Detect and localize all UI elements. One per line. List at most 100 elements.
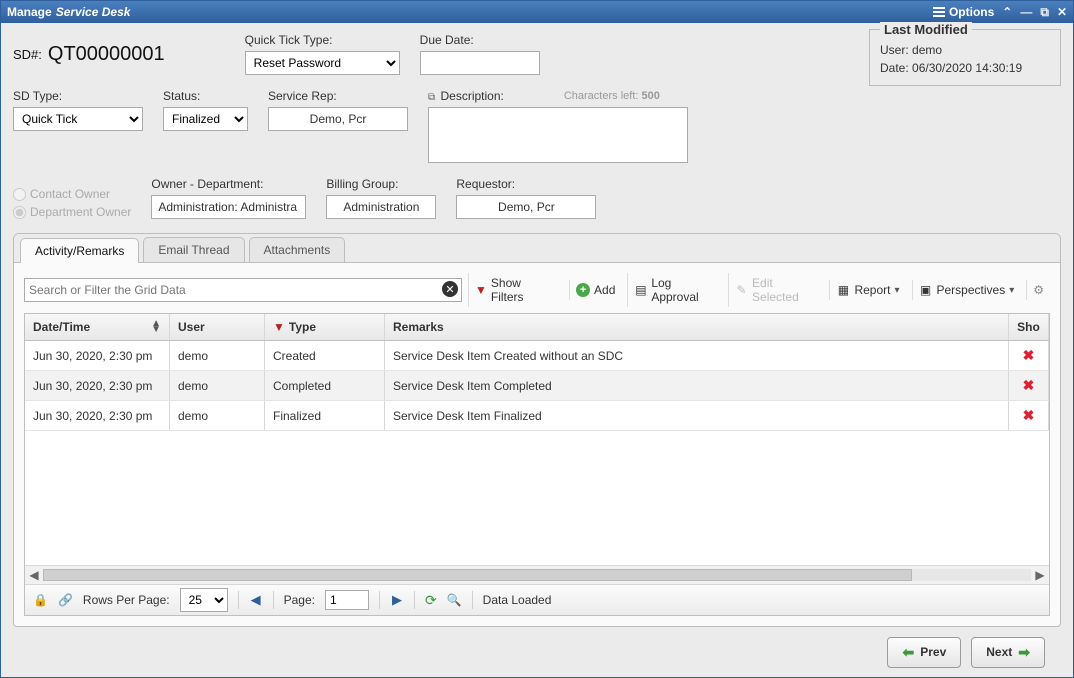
arrow-right-icon: ➡ xyxy=(1018,644,1030,661)
due-date-label: Due Date: xyxy=(420,33,540,47)
refresh-icon[interactable]: ⟳ xyxy=(425,592,437,609)
pencil-icon: ✎ xyxy=(735,283,748,297)
table-row[interactable]: Jun 30, 2020, 2:30 pmdemoCompletedServic… xyxy=(25,371,1049,401)
grid-search-input[interactable] xyxy=(24,278,462,302)
sd-number: SD#: QT00000001 xyxy=(13,43,165,66)
layers-icon: ▣ xyxy=(919,283,933,297)
page-input[interactable] xyxy=(325,590,369,610)
billing-group-label: Billing Group: xyxy=(326,177,436,191)
clear-search-icon[interactable]: ✕ xyxy=(442,281,458,297)
contact-owner-radio[interactable]: Contact Owner xyxy=(13,187,131,201)
col-show[interactable]: Sho xyxy=(1009,314,1049,340)
arrow-left-icon: ⬅ xyxy=(902,644,914,661)
report-icon: ▦ xyxy=(836,283,850,297)
status-select[interactable]: Finalized xyxy=(163,107,248,131)
search-icon[interactable]: 🔍 xyxy=(447,593,462,607)
chevron-down-icon: ▾ xyxy=(1009,285,1014,296)
billing-group-field[interactable]: Administration xyxy=(326,195,436,219)
scroll-right-icon[interactable]: ▶ xyxy=(1031,568,1049,582)
document-icon: ▤ xyxy=(634,283,647,297)
cell-delete[interactable]: ✖ xyxy=(1009,401,1049,430)
form-body: Last Modified User: demo Date: 06/30/202… xyxy=(1,23,1073,677)
sort-icon[interactable]: ▲▼ xyxy=(151,321,161,333)
tab-email-thread[interactable]: Email Thread xyxy=(143,237,244,262)
table-row[interactable]: Jun 30, 2020, 2:30 pmdemoFinalizedServic… xyxy=(25,401,1049,431)
cell-datetime: Jun 30, 2020, 2:30 pm xyxy=(25,401,170,430)
department-owner-radio[interactable]: Department Owner xyxy=(13,205,131,219)
owner-radios: Contact Owner Department Owner xyxy=(13,187,131,219)
cell-remarks: Service Desk Item Created without an SDC xyxy=(385,341,1009,370)
perspectives-button[interactable]: ▣ Perspectives ▾ xyxy=(912,280,1021,300)
tab-activity-remarks[interactable]: Activity/Remarks xyxy=(20,238,139,263)
last-modified-date-value: 06/30/2020 14:30:19 xyxy=(912,61,1022,75)
activity-grid: Date/Time ▲▼ User ▼ Type Remarks Sho Jun… xyxy=(24,313,1050,616)
plus-icon: + xyxy=(576,283,590,297)
show-filters-button[interactable]: ▼ Show Filters xyxy=(468,273,557,307)
filter-icon[interactable]: ▼ xyxy=(273,320,285,334)
sd-type-select[interactable]: Quick Tick xyxy=(13,107,143,131)
description-textarea[interactable] xyxy=(428,107,688,163)
cell-remarks: Service Desk Item Completed xyxy=(385,371,1009,400)
description-label: ⧉ Description: xyxy=(428,89,504,103)
lock-icon[interactable]: 🔒 xyxy=(33,593,48,607)
log-approval-button[interactable]: ▤ Log Approval xyxy=(627,273,722,307)
add-button[interactable]: + Add xyxy=(569,280,621,300)
owner-dept-label: Owner - Department: xyxy=(151,177,306,191)
chars-left: Characters left: 500 xyxy=(564,90,660,102)
maximize-icon[interactable]: ⧉ xyxy=(1040,5,1049,20)
cell-datetime: Jun 30, 2020, 2:30 pm xyxy=(25,371,170,400)
sd-type-label: SD Type: xyxy=(13,89,143,103)
col-user[interactable]: User xyxy=(170,314,265,340)
funnel-icon: ▼ xyxy=(475,283,487,297)
minimize-icon[interactable]: ⌃ xyxy=(1002,5,1012,19)
cell-user: demo xyxy=(170,341,265,370)
rows-per-page-select[interactable]: 25 xyxy=(180,588,228,612)
cell-delete[interactable]: ✖ xyxy=(1009,371,1049,400)
service-rep-field[interactable]: Demo, Pcr xyxy=(268,107,408,131)
cell-remarks: Service Desk Item Finalized xyxy=(385,401,1009,430)
collapse-icon[interactable]: — xyxy=(1020,5,1032,19)
close-icon[interactable]: ✕ xyxy=(1057,5,1067,19)
requestor-field[interactable]: Demo, Pcr xyxy=(456,195,596,219)
last-modified-user-label: User: xyxy=(880,43,909,57)
quick-tick-type-select[interactable]: Reset Password xyxy=(245,51,400,75)
cell-delete[interactable]: ✖ xyxy=(1009,341,1049,370)
page-next-icon[interactable]: ▶ xyxy=(390,592,404,608)
prev-button[interactable]: ⬅ Prev xyxy=(887,637,961,668)
cell-datetime: Jun 30, 2020, 2:30 pm xyxy=(25,341,170,370)
cell-type: Finalized xyxy=(265,401,385,430)
delete-icon[interactable]: ✖ xyxy=(1023,377,1035,394)
page-prev-icon[interactable]: ◀ xyxy=(249,592,263,608)
options-icon xyxy=(933,7,945,17)
last-modified-user-value: demo xyxy=(912,43,942,57)
next-button[interactable]: Next ➡ xyxy=(971,637,1045,668)
contact-owner-radio-input[interactable] xyxy=(13,188,26,201)
options-button[interactable]: Options xyxy=(933,5,994,19)
col-remarks[interactable]: Remarks xyxy=(385,314,1009,340)
report-button[interactable]: ▦ Report ▾ xyxy=(829,280,905,300)
last-modified-box: Last Modified User: demo Date: 06/30/202… xyxy=(869,29,1061,86)
scroll-left-icon[interactable]: ◀ xyxy=(25,568,43,582)
grid-hscroll[interactable]: ◀ ▶ xyxy=(25,565,1049,584)
delete-icon[interactable]: ✖ xyxy=(1023,347,1035,364)
sd-number-label: SD#: xyxy=(13,47,42,62)
col-type[interactable]: ▼ Type xyxy=(265,314,385,340)
status-label: Status: xyxy=(163,89,248,103)
scroll-track[interactable] xyxy=(43,569,1031,581)
table-row[interactable]: Jun 30, 2020, 2:30 pmdemoCreatedService … xyxy=(25,341,1049,371)
grid-body: Jun 30, 2020, 2:30 pmdemoCreatedService … xyxy=(25,341,1049,565)
popout-icon[interactable]: ⧉ xyxy=(428,92,435,103)
last-modified-title: Last Modified xyxy=(880,22,972,37)
settings-button[interactable]: ⚙ xyxy=(1026,280,1050,300)
due-date-input[interactable] xyxy=(420,51,540,75)
gear-icon: ⚙ xyxy=(1033,283,1044,297)
delete-icon[interactable]: ✖ xyxy=(1023,407,1035,424)
link-icon[interactable]: 🔗 xyxy=(58,593,73,607)
department-owner-radio-input[interactable] xyxy=(13,206,26,219)
scroll-thumb[interactable] xyxy=(43,569,912,581)
titlebar: Manage Service Desk Options ⌃ — ⧉ ✕ xyxy=(1,1,1073,23)
col-datetime[interactable]: Date/Time ▲▼ xyxy=(25,314,170,340)
owner-dept-field[interactable]: Administration: Administra xyxy=(151,195,306,219)
service-desk-window: Manage Service Desk Options ⌃ — ⧉ ✕ Last… xyxy=(0,0,1074,678)
tab-attachments[interactable]: Attachments xyxy=(249,237,346,262)
